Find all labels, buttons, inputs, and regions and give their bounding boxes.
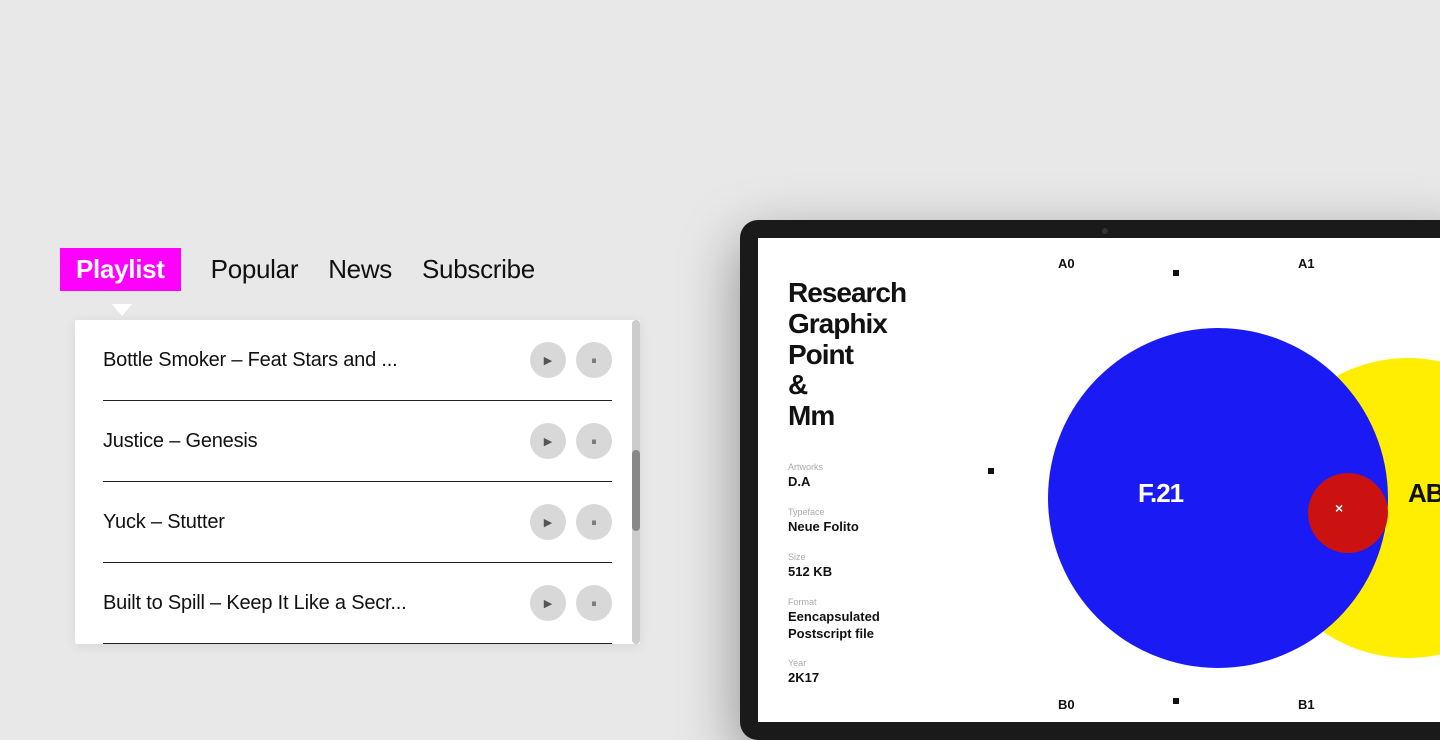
tablet-frame: ResearchGraphixPoint&Mm Artworks D.A Typ… <box>740 220 1440 740</box>
play-button[interactable] <box>530 585 566 621</box>
grid-label-b0: B0 <box>1058 697 1075 712</box>
pause-icon <box>591 434 597 449</box>
playlist-card: Bottle Smoker – Feat Stars and ... Justi… <box>75 320 640 644</box>
pause-button[interactable] <box>576 423 612 459</box>
info-panel: ResearchGraphixPoint&Mm Artworks D.A Typ… <box>758 238 978 722</box>
pause-button[interactable] <box>576 504 612 540</box>
grid-dot-left <box>988 468 994 474</box>
year-value: 2K17 <box>788 670 948 687</box>
size-label: Size <box>788 552 948 562</box>
venn-label-f21: F.21 <box>1138 478 1183 509</box>
track-title: Yuck – Stutter <box>103 511 225 534</box>
artworks-value: D.A <box>788 474 948 491</box>
list-item: Justice – Genesis <box>75 401 640 459</box>
year-field: Year 2K17 <box>788 658 948 687</box>
track-divider <box>103 643 612 644</box>
pause-icon <box>591 515 597 530</box>
scrollbar[interactable] <box>632 320 640 644</box>
grid-label-a1: A1 <box>1298 256 1315 271</box>
tab-news[interactable]: News <box>328 250 392 289</box>
list-item: Yuck – Stutter <box>75 482 640 540</box>
play-icon <box>544 353 552 367</box>
pause-icon <box>591 353 597 368</box>
venn-label-x: × <box>1335 500 1343 516</box>
pause-button[interactable] <box>576 342 612 378</box>
tablet-camera <box>1102 228 1108 234</box>
left-panel: Playlist Popular News Subscribe Bottle S… <box>0 0 650 720</box>
play-icon <box>544 434 552 448</box>
track-title: Built to Spill – Keep It Like a Secr... <box>103 592 406 615</box>
tab-popular[interactable]: Popular <box>211 250 299 289</box>
pause-button[interactable] <box>576 585 612 621</box>
grid-label-b1: B1 <box>1298 697 1315 712</box>
circle-red <box>1308 473 1388 553</box>
brand-name: ResearchGraphixPoint&Mm <box>788 278 948 432</box>
size-value: 512 KB <box>788 564 948 581</box>
pause-icon <box>591 596 597 611</box>
track-controls <box>530 504 612 540</box>
grid-dot-top <box>1173 270 1179 276</box>
track-controls <box>530 342 612 378</box>
grid-label-a0: A0 <box>1058 256 1075 271</box>
grid-dot-bottom <box>1173 698 1179 704</box>
venn-label-ab: AB <box>1408 478 1440 509</box>
tablet-screen: ResearchGraphixPoint&Mm Artworks D.A Typ… <box>758 238 1440 722</box>
track-title: Bottle Smoker – Feat Stars and ... <box>103 349 397 372</box>
nav-tabs: Playlist Popular News Subscribe <box>60 248 535 291</box>
play-icon <box>544 515 552 529</box>
list-item: Built to Spill – Keep It Like a Secr... <box>75 563 640 621</box>
typeface-value: Neue Folito <box>788 519 948 536</box>
play-button[interactable] <box>530 342 566 378</box>
list-item: Bottle Smoker – Feat Stars and ... <box>75 320 640 378</box>
tab-caret <box>112 304 132 316</box>
scrollbar-thumb[interactable] <box>632 450 640 531</box>
track-controls <box>530 585 612 621</box>
size-field: Size 512 KB <box>788 552 948 581</box>
format-value: EencapsulatedPostscript file <box>788 609 948 643</box>
format-field: Format EencapsulatedPostscript file <box>788 597 948 643</box>
typeface-field: Typeface Neue Folito <box>788 507 948 536</box>
play-button[interactable] <box>530 423 566 459</box>
play-button[interactable] <box>530 504 566 540</box>
play-icon <box>544 596 552 610</box>
venn-diagram: F.21 AB × <box>1018 278 1440 718</box>
track-controls <box>530 423 612 459</box>
tab-playlist[interactable]: Playlist <box>60 248 181 291</box>
grid-area: A0 A1 F.21 AB × B0 <box>978 238 1440 722</box>
format-label: Format <box>788 597 948 607</box>
artworks-field: Artworks D.A <box>788 462 948 491</box>
year-label: Year <box>788 658 948 668</box>
tablet-container: ResearchGraphixPoint&Mm Artworks D.A Typ… <box>740 220 1440 740</box>
typeface-label: Typeface <box>788 507 948 517</box>
tab-subscribe[interactable]: Subscribe <box>422 250 535 289</box>
artworks-label: Artworks <box>788 462 948 472</box>
track-title: Justice – Genesis <box>103 430 257 453</box>
